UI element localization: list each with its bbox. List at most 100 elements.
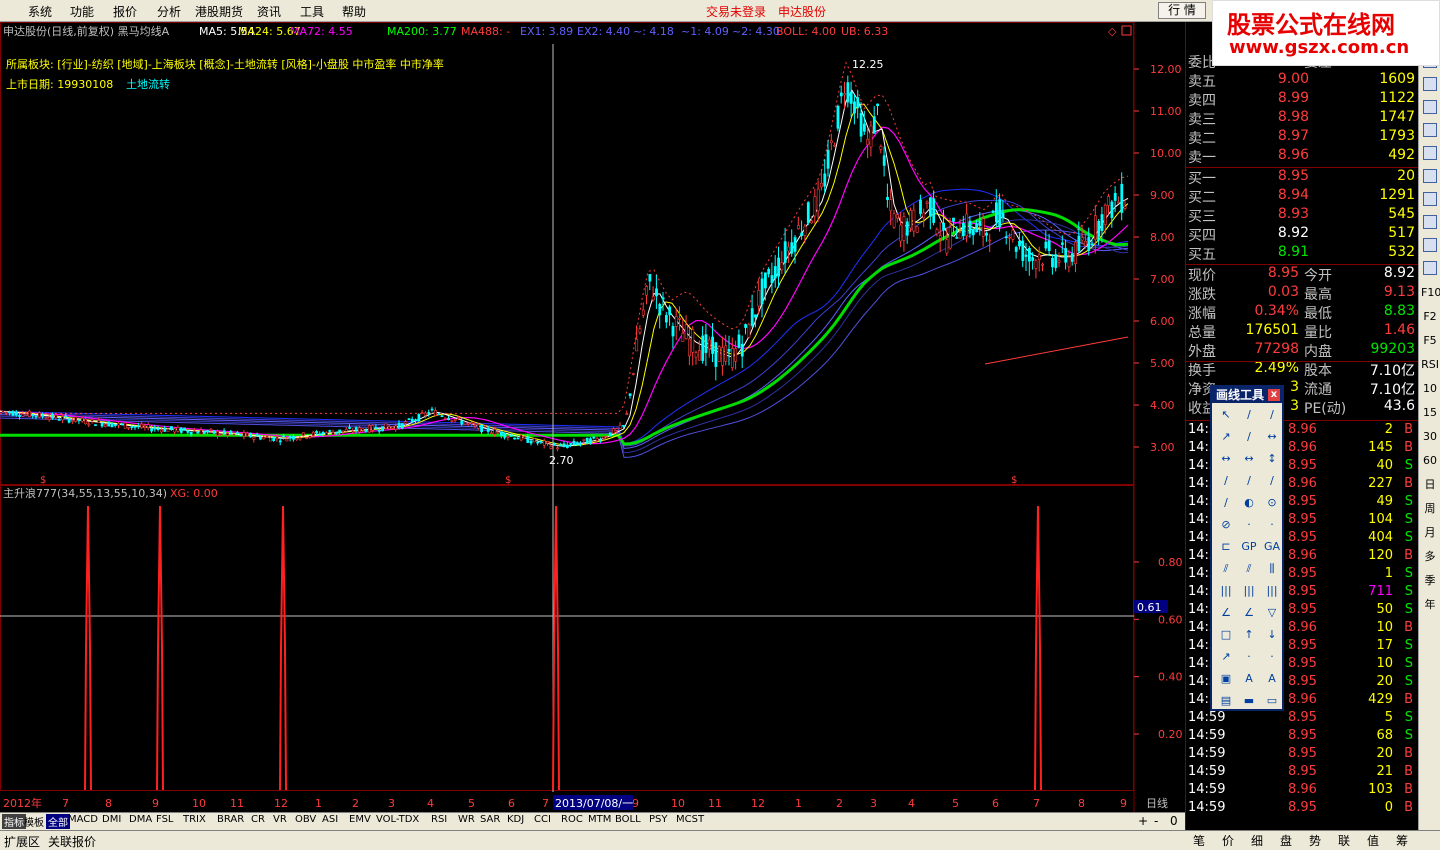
- toolbar-button-RSI[interactable]: RSI: [1421, 356, 1439, 374]
- draw-tool-icon[interactable]: ▬: [1239, 693, 1259, 709]
- indicator-tab-mcst[interactable]: MCST: [676, 814, 704, 825]
- extension-area-tab[interactable]: 扩展区: [4, 833, 40, 850]
- draw-tool-icon[interactable]: ∕: [1239, 473, 1259, 489]
- detail-tab-5[interactable]: 联: [1338, 832, 1350, 849]
- draw-tool-icon[interactable]: ·: [1262, 649, 1282, 665]
- draw-tool-icon[interactable]: ∕: [1239, 407, 1259, 423]
- indicator-tab-vol-tdx[interactable]: VOL-TDX: [376, 814, 419, 825]
- draw-tool-icon[interactable]: ▤: [1216, 693, 1236, 709]
- arrow-icon[interactable]: [1423, 261, 1437, 275]
- indicator-tab-rsi[interactable]: RSI: [431, 814, 447, 825]
- draw-tool-gann[interactable]: GA: [1262, 539, 1282, 555]
- toolbar-button-60[interactable]: 60: [1421, 452, 1439, 470]
- detail-tab-1[interactable]: 价: [1222, 832, 1234, 849]
- toolbar-button-30[interactable]: 30: [1421, 428, 1439, 446]
- draw-tool-icon[interactable]: ↔: [1239, 451, 1259, 467]
- list-icon[interactable]: [1423, 169, 1437, 183]
- menu-help[interactable]: 帮助: [342, 3, 366, 20]
- draw-tool-icon[interactable]: ↓: [1262, 627, 1282, 643]
- draw-tool-icon[interactable]: ⊏: [1216, 539, 1236, 555]
- draw-tool-icon[interactable]: ⊙: [1262, 495, 1282, 511]
- info-icon[interactable]: [1423, 192, 1437, 206]
- tick-row[interactable]: 14:59 8.95 21 B: [1186, 764, 1419, 782]
- menu-tools[interactable]: 工具: [300, 3, 324, 20]
- detail-tab-7[interactable]: 筹: [1396, 832, 1408, 849]
- menu-function[interactable]: 功能: [70, 3, 94, 20]
- draw-tool-icon[interactable]: |||: [1262, 583, 1282, 599]
- close-icon[interactable]: x: [1268, 389, 1280, 401]
- menu-quote[interactable]: 报价: [113, 3, 137, 20]
- detail-tab-3[interactable]: 盘: [1280, 832, 1292, 849]
- draw-tool-icon[interactable]: ·: [1262, 517, 1282, 533]
- indicator-tab-sar[interactable]: SAR: [480, 814, 500, 825]
- draw-tool-icon[interactable]: ↕: [1262, 451, 1282, 467]
- draw-tool-text[interactable]: A: [1239, 671, 1259, 687]
- indicator-tab-wr[interactable]: WR: [458, 814, 475, 825]
- indicator-tab-模板[interactable]: 模板: [24, 814, 44, 829]
- indicator-tab-cci[interactable]: CCI: [534, 814, 551, 825]
- draw-tool-text[interactable]: A: [1262, 671, 1282, 687]
- tick-row[interactable]: 14:59 8.95 5 S: [1186, 710, 1419, 728]
- draw-tool-icon[interactable]: ↑: [1239, 627, 1259, 643]
- draw-tool-icon[interactable]: ·: [1239, 517, 1259, 533]
- draw-tool-icon[interactable]: ↔: [1216, 451, 1236, 467]
- zoom-control-2[interactable]: 0: [1170, 814, 1178, 828]
- draw-tool-icon[interactable]: |||: [1239, 583, 1259, 599]
- indicator-tab-macd[interactable]: MACD: [68, 814, 98, 825]
- indicator-tab-boll[interactable]: BOLL: [615, 814, 641, 825]
- indicator-tab-指标[interactable]: 指标: [2, 814, 26, 829]
- toolbar-button-10[interactable]: 10: [1421, 380, 1439, 398]
- detail-tab-4[interactable]: 势: [1309, 832, 1321, 849]
- menu-hk-futures[interactable]: 港股期货: [195, 3, 243, 20]
- drawing-tools-title[interactable]: 画线工具 x: [1212, 387, 1282, 403]
- window-icon[interactable]: [1423, 215, 1437, 229]
- draw-tool-icon[interactable]: ∠: [1216, 605, 1236, 621]
- draw-tool-icon[interactable]: ↔: [1262, 429, 1282, 445]
- draw-tool-icon[interactable]: ∕: [1262, 407, 1282, 423]
- detail-tab-2[interactable]: 细: [1251, 832, 1263, 849]
- trade-login-status[interactable]: 交易未登录: [706, 3, 766, 20]
- menu-analysis[interactable]: 分析: [157, 3, 181, 20]
- line-icon[interactable]: [1423, 123, 1437, 137]
- toolbar-button-F10[interactable]: F10: [1421, 284, 1440, 302]
- zoom-control-0[interactable]: +: [1138, 814, 1148, 828]
- indicator-tab-vr[interactable]: VR: [273, 814, 287, 825]
- draw-tool-icon[interactable]: ∕: [1262, 473, 1282, 489]
- indicator-tab-brar[interactable]: BRAR: [217, 814, 244, 825]
- candle-icon[interactable]: [1423, 77, 1437, 91]
- indicator-tab-obv[interactable]: OBV: [295, 814, 316, 825]
- toolbar-button-多[interactable]: 多: [1421, 548, 1439, 566]
- indicator-tab-psy[interactable]: PSY: [649, 814, 668, 825]
- draw-tool-gann[interactable]: GP: [1239, 539, 1259, 555]
- indicator-tab-kdj[interactable]: KDJ: [507, 814, 524, 825]
- window-icon[interactable]: [1423, 238, 1437, 252]
- draw-tool-icon[interactable]: ∕: [1216, 473, 1236, 489]
- toolbar-button-日[interactable]: 日: [1421, 476, 1439, 494]
- indicator-tab-全部[interactable]: 全部: [46, 814, 70, 829]
- draw-tool-icon[interactable]: ↖: [1216, 407, 1236, 423]
- draw-tool-icon[interactable]: □: [1216, 627, 1236, 643]
- grid-icon[interactable]: [1423, 146, 1437, 160]
- draw-tool-icon[interactable]: ▣: [1216, 671, 1236, 687]
- toolbar-button-F2[interactable]: F2: [1421, 308, 1439, 326]
- indicator-tab-mtm[interactable]: MTM: [588, 814, 611, 825]
- draw-tool-icon[interactable]: ↗: [1216, 429, 1236, 445]
- toolbar-button-月[interactable]: 月: [1421, 524, 1439, 542]
- detail-tab-6[interactable]: 值: [1367, 832, 1379, 849]
- toolbar-button-F5[interactable]: F5: [1421, 332, 1439, 350]
- kline-chart-svg[interactable]: 申达股份(日线,前复权) 黑马均线A MA5: 5.54MA24: 5.67MA…: [0, 22, 1185, 812]
- toolbar-button-季[interactable]: 季: [1421, 572, 1439, 590]
- indicator-tab-trix[interactable]: TRIX: [183, 814, 206, 825]
- draw-tool-icon[interactable]: |||: [1216, 583, 1236, 599]
- detail-tab-0[interactable]: 笔: [1193, 832, 1205, 849]
- indicator-tab-dmi[interactable]: DMI: [102, 814, 121, 825]
- quote-button[interactable]: 行 情: [1158, 2, 1206, 19]
- menu-system[interactable]: 系统: [28, 3, 52, 20]
- zoom-control-1[interactable]: -: [1154, 814, 1158, 828]
- draw-tool-icon[interactable]: ⊘: [1216, 517, 1236, 533]
- indicator-tab-asi[interactable]: ASI: [322, 814, 338, 825]
- draw-tool-icon[interactable]: ∠: [1239, 605, 1259, 621]
- related-quote-tab[interactable]: 关联报价: [48, 833, 96, 850]
- draw-tool-icon[interactable]: ∕: [1239, 429, 1259, 445]
- tick-row[interactable]: 14:59 8.95 68 S: [1186, 728, 1419, 746]
